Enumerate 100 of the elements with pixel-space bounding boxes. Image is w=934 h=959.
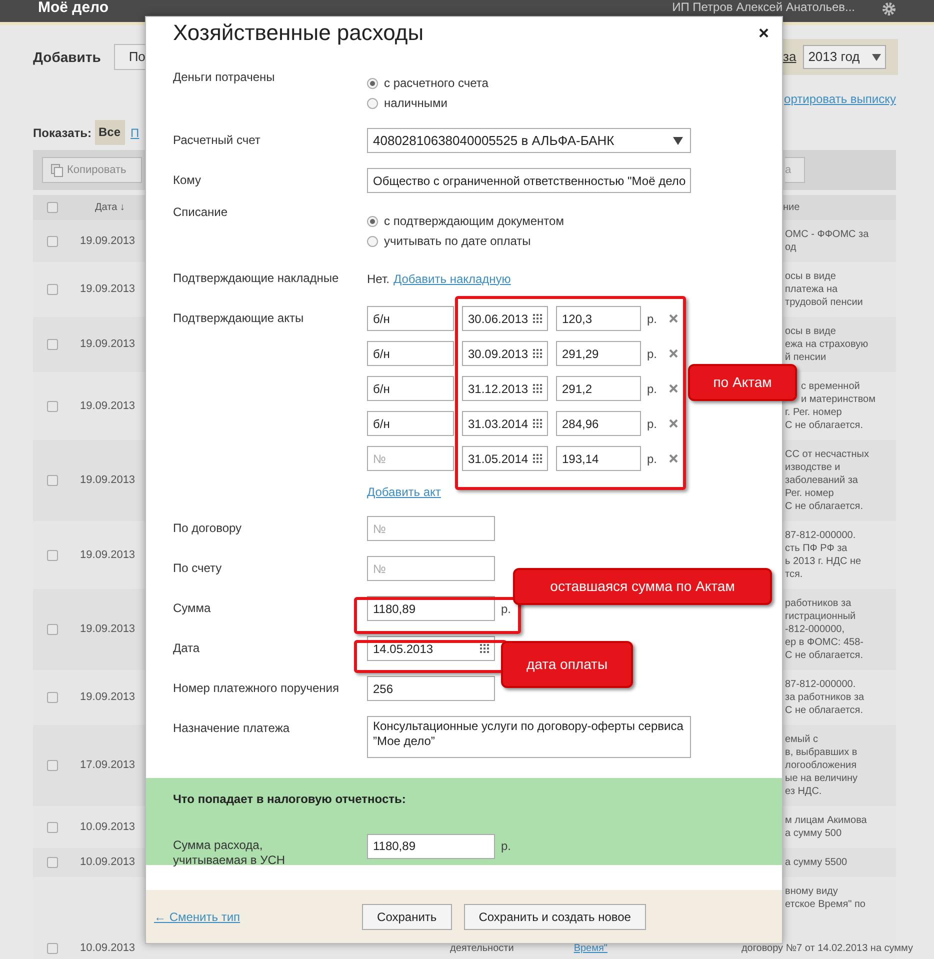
checkbox[interactable]: [47, 624, 58, 635]
callout: оставшаяся сумма по Актам: [513, 568, 772, 605]
currency-label: р.: [647, 346, 658, 362]
input-field[interactable]: б/н: [367, 306, 454, 331]
checkbox[interactable]: [47, 202, 58, 213]
note-text: Нет.: [367, 270, 390, 288]
input-field[interactable]: б/н: [367, 341, 454, 366]
input-field[interactable]: 120,3: [556, 306, 641, 331]
checkbox[interactable]: [47, 760, 58, 771]
date-field[interactable]: 31.05.2014: [462, 446, 548, 471]
table-cell-text: 10.09.2013: [80, 940, 136, 956]
checkbox[interactable]: [47, 550, 58, 560]
caret-icon: [673, 136, 683, 144]
year-select[interactable]: 2013 год: [803, 45, 886, 69]
radio-label: учитывать по дате оплаты: [384, 233, 531, 250]
table-cell: договору №7 от 14.02.2013 на сумму: [741, 942, 914, 954]
user-name[interactable]: ИП Петров Алексей Анатольев...: [672, 0, 855, 14]
add-act-link[interactable]: Добавить акт: [367, 483, 441, 501]
date-field[interactable]: 30.09.2013: [462, 341, 548, 366]
column-header[interactable]: Дата ↓: [95, 200, 125, 215]
close-button[interactable]: ×: [758, 24, 769, 42]
checkbox[interactable]: [47, 339, 58, 350]
input-field[interactable]: 1180,89: [367, 834, 495, 858]
table-cell-text: 87-812-000000. за работников за С не облагается.: [784, 678, 866, 718]
radio-label: с подтверждающим документом: [384, 213, 564, 230]
close-icon: [669, 314, 678, 323]
table-cell-text: 19.09.2013: [80, 398, 136, 414]
caret-icon: [872, 54, 882, 60]
input-field[interactable]: б/н: [367, 411, 454, 436]
radio-button[interactable]: [367, 236, 378, 246]
table-cell-text: ОМС - ФФОМС за од: [784, 228, 870, 255]
save-button[interactable]: Сохранить и создать новое: [464, 904, 646, 930]
input-field[interactable]: б/н: [367, 376, 454, 401]
field-label: Дата: [173, 640, 201, 657]
date-field[interactable]: 30.06.2013: [462, 306, 548, 331]
table-cell: деятельности: [450, 942, 514, 954]
table-cell-text: работников за гистрационный -812-000000, ер в ФОМС: 458- С не облагается.: [784, 597, 864, 663]
logo[interactable]: Моё дело: [38, 0, 109, 15]
input-field[interactable]: 291,29: [556, 341, 641, 366]
radio-button[interactable]: [367, 98, 378, 108]
date-field[interactable]: 31.12.2013: [462, 376, 548, 401]
checkbox[interactable]: [47, 822, 58, 832]
field-label: По счету: [173, 560, 223, 577]
field-label: Назначение платежа: [173, 720, 291, 737]
close-icon: [669, 349, 678, 358]
table-cell-text: СС от несчастных изводстве и заболеваний за Рег. номер С не облагается.: [784, 448, 870, 514]
input-field[interactable]: 193,14: [556, 446, 641, 471]
table-cell-text: осы в виде ежа на страховую й пенсии: [784, 325, 870, 365]
table-cell-text: м лицам Акимова а сумму 500: [784, 814, 868, 841]
input-field[interactable]: 291,2: [556, 376, 641, 401]
field-label: По договору: [173, 520, 243, 537]
table-cell-text: осы в виде платежа на трудовой пенсии: [784, 270, 864, 310]
currency-label: р.: [647, 310, 658, 328]
table-cell-text: 19.09.2013: [80, 548, 136, 563]
currency-label: р.: [647, 380, 658, 398]
calendar-icon: [533, 349, 542, 358]
table-cell-text: 19.09.2013: [80, 473, 136, 488]
calendar-icon: [533, 314, 542, 323]
table-cell-text: 19.09.2013: [80, 690, 136, 706]
section-title: Что попадает в налоговую отчетность:: [173, 791, 407, 807]
checkbox[interactable]: [47, 475, 58, 486]
copy-icon: [51, 164, 63, 176]
checkbox[interactable]: [47, 692, 58, 703]
checkbox[interactable]: [47, 284, 58, 295]
column-header[interactable]: ние: [783, 200, 896, 215]
text-area[interactable]: Консультационные услуги по договору-оферты сервиса ”Мое дело”: [367, 716, 691, 758]
table-cell-text: а сумму 5500: [784, 856, 848, 870]
add-invoice-link[interactable]: Добавить накладную: [393, 270, 511, 288]
checkbox[interactable]: [47, 857, 58, 868]
field-label: Списание: [173, 204, 229, 221]
table-cell-text: 10.09.2013: [80, 820, 136, 835]
table-cell-text: 17.09.2013: [80, 758, 136, 774]
radio-button[interactable]: [367, 78, 378, 88]
table-cell-text: 10.09.2013: [80, 855, 136, 870]
input-field[interactable]: 284,96: [556, 411, 641, 436]
date-field[interactable]: 31.03.2014: [462, 411, 548, 436]
account-select[interactable]: 40802810638040005525 в АЛЬФА-БАНК: [367, 128, 691, 153]
close-icon: [669, 384, 678, 393]
field-label: Подтверждающие акты: [173, 310, 305, 327]
field-label: Сумма расхода, учитываемая в УСН: [173, 838, 286, 868]
table-cell-text: 19.09.2013: [80, 282, 136, 298]
field-label: Кому: [173, 172, 202, 189]
period-link[interactable]: за: [783, 47, 796, 67]
radio-label: с расчетного счета: [384, 75, 488, 92]
checkbox[interactable]: [47, 236, 58, 246]
currency-label: р.: [501, 838, 512, 855]
input-field[interactable]: Общество с ограниченной ответственностью "Моё дело: [367, 168, 691, 193]
checkbox[interactable]: [47, 400, 58, 412]
input-field[interactable]: 256: [367, 676, 495, 701]
checkbox[interactable]: [47, 942, 58, 954]
table-cell-text: 19.09.2013: [80, 337, 136, 352]
currency-label: р.: [647, 416, 658, 432]
filter-tab[interactable]: Все: [94, 120, 125, 145]
currency-label: р.: [647, 450, 658, 468]
save-button[interactable]: Сохранить: [362, 904, 452, 930]
calendar-icon: [533, 419, 542, 428]
table-cell-text: 87-812-000000. сть ПФ РФ за ь 2013 г. НДС не тся.: [784, 529, 862, 582]
radio-button[interactable]: [367, 216, 378, 226]
calendar-icon: [533, 454, 542, 463]
field-label: Расчетный счет: [173, 132, 262, 149]
